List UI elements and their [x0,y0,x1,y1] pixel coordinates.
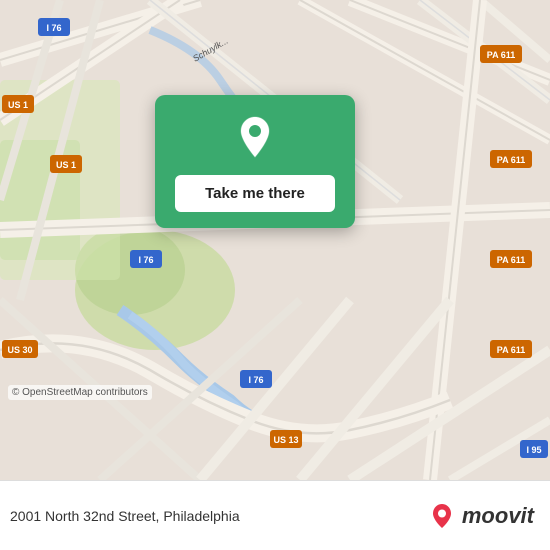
svg-text:I 76: I 76 [248,375,263,385]
take-me-there-button[interactable]: Take me there [175,175,335,212]
svg-text:US 30: US 30 [7,345,32,355]
svg-text:US 1: US 1 [56,160,76,170]
svg-text:US 1: US 1 [8,100,28,110]
svg-text:PA 611: PA 611 [497,345,526,355]
address-text: 2001 North 32nd Street, Philadelphia [10,508,240,524]
location-pin-icon [231,113,279,161]
svg-text:I 76: I 76 [46,23,61,33]
svg-text:I 76: I 76 [138,255,153,265]
svg-text:PA 611: PA 611 [487,50,516,60]
copyright-text: © OpenStreetMap contributors [8,385,152,400]
moovit-brand-text: moovit [462,503,534,529]
moovit-logo: moovit [428,502,534,530]
popup-card: Take me there [155,95,355,228]
svg-text:I 95: I 95 [526,445,541,455]
moovit-pin-icon [428,502,456,530]
bottom-bar: 2001 North 32nd Street, Philadelphia moo… [0,480,550,550]
map-container: I 76 US 1 US 1 US 1 PA 611 PA 611 PA 611… [0,0,550,480]
svg-text:PA 611: PA 611 [497,155,526,165]
svg-text:US 13: US 13 [273,435,298,445]
svg-text:PA 611: PA 611 [497,255,526,265]
map-background: I 76 US 1 US 1 US 1 PA 611 PA 611 PA 611… [0,0,550,480]
